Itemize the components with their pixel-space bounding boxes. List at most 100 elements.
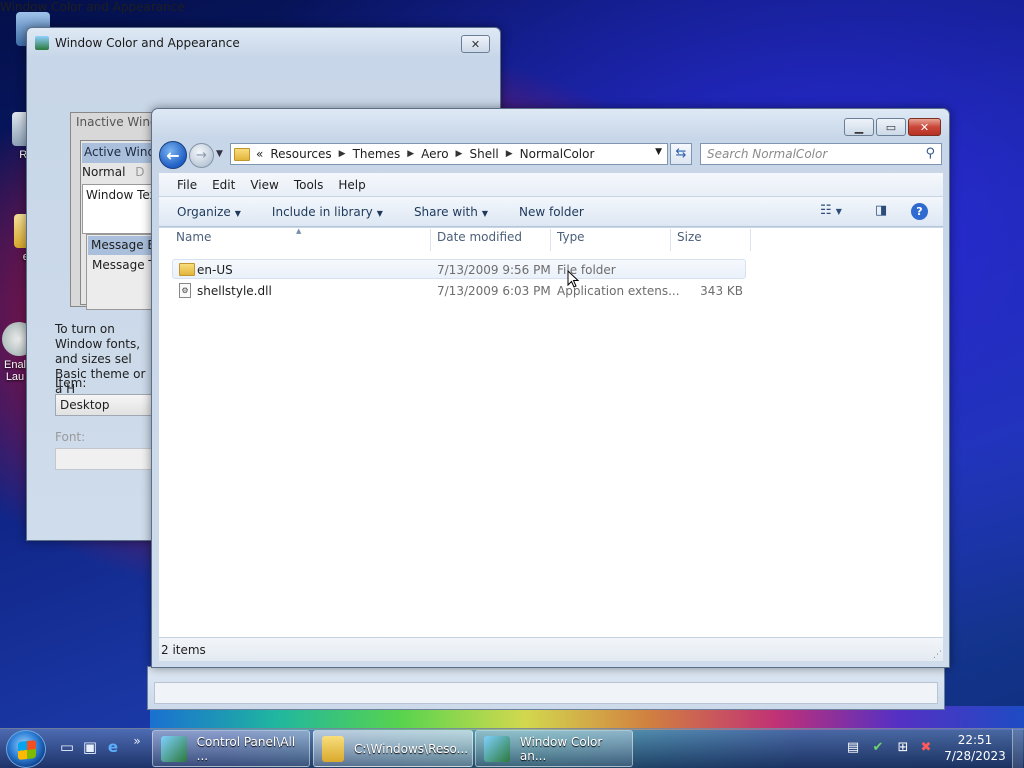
file-name: en-US bbox=[197, 263, 233, 277]
breadcrumb-item[interactable]: Aero bbox=[421, 147, 448, 161]
item-label: Item: bbox=[55, 376, 87, 390]
folder-icon bbox=[322, 735, 344, 762]
dll-file-icon: ⚙ bbox=[179, 283, 191, 298]
back-arrow-icon: ← bbox=[166, 145, 180, 165]
column-header-date-modified[interactable]: Date modified bbox=[437, 230, 522, 244]
menu-view[interactable]: View bbox=[250, 178, 278, 192]
forward-button[interactable]: → bbox=[189, 143, 214, 168]
column-header-name[interactable]: Name bbox=[176, 230, 211, 244]
chevron-down-icon: ▼ bbox=[376, 208, 383, 218]
back-button[interactable]: ← bbox=[159, 141, 187, 169]
column-divider[interactable] bbox=[430, 229, 431, 251]
chevron-down-icon[interactable]: ▼ bbox=[655, 147, 662, 157]
table-row[interactable]: en-US 7/13/2009 9:56 PM File folder bbox=[172, 259, 746, 279]
help-button[interactable]: ? bbox=[911, 203, 928, 220]
organize-label: Organize bbox=[177, 204, 231, 219]
resize-grip-icon[interactable]: ⋰ bbox=[933, 650, 942, 660]
column-header-type[interactable]: Type bbox=[557, 230, 585, 244]
taskbar-button-label: C:\Windows\Reso... bbox=[354, 741, 469, 756]
menu-help[interactable]: Help bbox=[338, 178, 365, 192]
network-icon[interactable]: ⊞ bbox=[895, 740, 911, 756]
menu-edit[interactable]: Edit bbox=[212, 178, 235, 192]
internet-explorer-icon[interactable]: e bbox=[104, 738, 122, 756]
file-date: 7/13/2009 6:03 PM bbox=[437, 284, 551, 298]
help-icon: ? bbox=[916, 205, 923, 218]
include-in-library-button[interactable]: Include in library ▼ bbox=[272, 205, 383, 219]
show-desktop-button[interactable] bbox=[1012, 729, 1023, 768]
column-header-size[interactable]: Size bbox=[677, 230, 702, 244]
recent-pages-dropdown[interactable]: ▼ bbox=[216, 149, 223, 159]
table-row[interactable]: ⚙ shellstyle.dll 7/13/2009 6:03 PM Appli… bbox=[172, 281, 746, 301]
menu-file[interactable]: File bbox=[177, 178, 197, 192]
desktop-icon-launcher[interactable]: Enal Lau bbox=[2, 322, 36, 383]
maximize-icon: ▭ bbox=[885, 120, 897, 134]
chevron-down-icon: ▼ bbox=[481, 208, 488, 218]
desktop-icon-label: Enal Lau bbox=[3, 359, 27, 383]
chevron-down-icon: ▼ bbox=[835, 207, 842, 216]
close-button[interactable]: ✕ bbox=[908, 118, 941, 136]
close-icon: ✕ bbox=[470, 37, 481, 51]
breadcrumb-item[interactable]: Shell bbox=[469, 147, 498, 161]
notification-icon[interactable]: ▤ bbox=[845, 740, 861, 756]
refresh-button[interactable]: ⇆ bbox=[670, 143, 692, 165]
organize-button[interactable]: Organize ▼ bbox=[177, 205, 241, 219]
file-size: 343 KB bbox=[700, 284, 743, 298]
breadcrumb-item[interactable]: Themes bbox=[353, 147, 401, 161]
minimize-icon: ▁ bbox=[854, 120, 864, 134]
start-button[interactable] bbox=[6, 730, 46, 768]
view-options-button[interactable]: ☷ ▼ bbox=[820, 203, 842, 218]
search-icon[interactable]: ⚲ bbox=[925, 146, 935, 161]
item-select[interactable]: Desktop bbox=[55, 394, 165, 416]
quick-launch-more-button[interactable]: » bbox=[128, 732, 146, 750]
switch-windows-icon[interactable]: ▣ bbox=[81, 738, 99, 756]
close-button[interactable]: ✕ bbox=[461, 35, 490, 53]
preview-pane-button[interactable]: ◨ bbox=[875, 203, 887, 218]
menu-bar: File Edit View Tools Help bbox=[159, 173, 943, 197]
search-input[interactable]: Search NormalColor ⚲ bbox=[700, 143, 942, 165]
volume-muted-icon[interactable]: ✖ bbox=[918, 740, 934, 756]
status-bar: 2 items bbox=[159, 637, 943, 661]
status-item-count: 2 items bbox=[161, 643, 206, 657]
column-divider[interactable] bbox=[670, 229, 671, 251]
folder-icon bbox=[234, 147, 250, 161]
share-with-button[interactable]: Share with ▼ bbox=[414, 205, 488, 219]
menu-tools[interactable]: Tools bbox=[294, 178, 324, 192]
file-name: shellstyle.dll bbox=[197, 284, 272, 298]
preview-menu: Normal D bbox=[82, 165, 151, 179]
window-color-icon bbox=[484, 735, 510, 762]
taskbar-button-label: Control Panel\All ... bbox=[196, 734, 296, 763]
share-with-label: Share with bbox=[413, 204, 478, 219]
column-divider[interactable] bbox=[750, 229, 751, 251]
clock-time: 22:51 bbox=[957, 733, 993, 747]
tab-window-color[interactable]: Window Color and Appearance bbox=[0, 0, 1024, 14]
sort-arrow-icon: ▲ bbox=[296, 227, 302, 235]
clock-date: 7/28/2023 bbox=[944, 749, 1006, 763]
include-in-library-label: Include in library bbox=[271, 204, 373, 219]
preview-menu-disabled: D bbox=[135, 165, 145, 179]
forward-arrow-icon: → bbox=[196, 148, 207, 163]
taskbar-button-control-panel[interactable]: Control Panel\All ... bbox=[152, 730, 310, 767]
details-view-icon: ☷ bbox=[820, 203, 832, 218]
chevron-right-icon[interactable]: ▶ bbox=[407, 149, 414, 159]
breadcrumb-item[interactable]: NormalColor bbox=[520, 147, 595, 161]
minimize-button[interactable]: ▁ bbox=[844, 118, 874, 136]
new-folder-button[interactable]: New folder bbox=[519, 205, 584, 219]
address-bar[interactable]: « Resources ▶ Themes ▶ Aero ▶ Shell ▶ No… bbox=[230, 143, 668, 165]
taskbar-button-explorer[interactable]: C:\Windows\Reso... bbox=[313, 730, 473, 767]
column-divider[interactable] bbox=[550, 229, 551, 251]
taskbar-button-label: Window Color an... bbox=[519, 734, 603, 763]
system-clock[interactable]: 22:51 7/28/2023 bbox=[940, 732, 1010, 764]
background-window-statusbar bbox=[154, 682, 938, 704]
action-center-icon[interactable]: ✔ bbox=[870, 740, 886, 756]
control-panel-icon bbox=[161, 735, 187, 762]
taskbar-button-window-color[interactable]: Window Color an... bbox=[475, 730, 633, 767]
chevron-right-icon[interactable]: ▶ bbox=[506, 149, 513, 159]
maximize-button[interactable]: ▭ bbox=[876, 118, 906, 136]
show-desktop-icon[interactable]: ▭ bbox=[58, 738, 76, 756]
chevron-down-icon: ▼ bbox=[234, 208, 241, 218]
breadcrumb-overflow[interactable]: « bbox=[256, 147, 263, 161]
chevron-right-icon[interactable]: ▶ bbox=[456, 149, 463, 159]
close-icon: ✕ bbox=[919, 120, 930, 134]
chevron-right-icon[interactable]: ▶ bbox=[339, 149, 346, 159]
breadcrumb-item[interactable]: Resources bbox=[270, 147, 331, 161]
